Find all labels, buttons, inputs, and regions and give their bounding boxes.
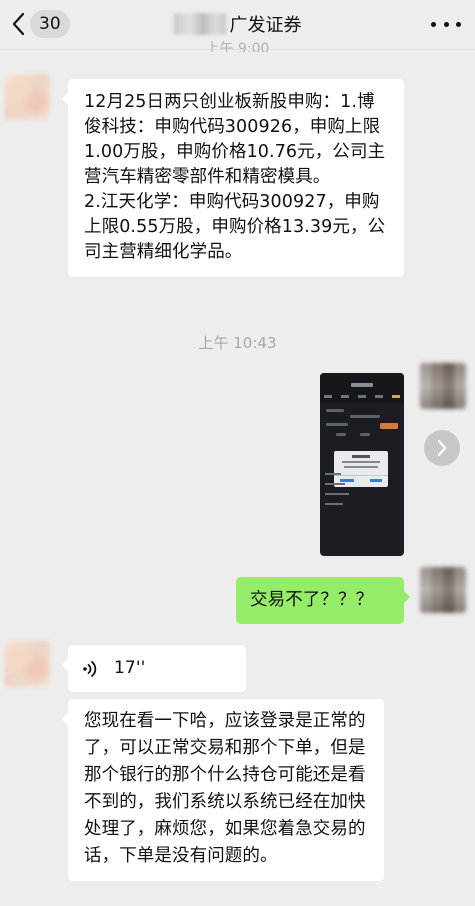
my-avatar[interactable] [420, 567, 466, 613]
message-text: 12月25日两只创业板新股申购：1.博俊科技：申购代码300926，申购上限1.… [84, 92, 386, 262]
chevron-right-icon [437, 439, 447, 457]
message-text: 您现在看一下哈，应该登录是正常的了，可以正常交易和那个下单，但是那个银行的那个什… [84, 711, 366, 866]
thumb-dialog [334, 451, 388, 487]
thumb-row [360, 433, 370, 436]
message-bubble-outgoing[interactable]: 交易不了？？？ [236, 577, 410, 624]
more-dot-icon [456, 21, 461, 27]
chat-title: 广发证券 [0, 10, 475, 38]
message-text: 交易不了？？？ [250, 590, 374, 610]
voice-duration: 17'' [114, 658, 146, 678]
message-bubble-incoming[interactable]: 您现在看一下哈，应该登录是正常的了，可以正常交易和那个下单，但是那个银行的那个什… [62, 699, 384, 881]
thumb-row [326, 409, 344, 412]
contact-avatar[interactable] [4, 641, 50, 687]
thumb-row [336, 433, 346, 436]
thumb-title [320, 383, 404, 387]
thumb-row [350, 415, 380, 418]
message-bubble-incoming[interactable]: 12月25日两只创业板新股申购：1.博俊科技：申购代码300926，申购上限1.… [62, 79, 404, 277]
voice-message-bubble[interactable]: 17'' [62, 645, 246, 692]
thumb-row [326, 423, 348, 426]
timestamp-partial: 上午 9:00 [205, 41, 270, 52]
thumb-button [380, 423, 398, 429]
thumb-tabs [324, 395, 400, 399]
voice-wave-icon [83, 660, 97, 677]
blurred-title-prefix [173, 13, 226, 35]
more-options-button[interactable] [431, 12, 461, 36]
my-avatar[interactable] [420, 363, 466, 409]
chat-title-text: 广发证券 [229, 15, 302, 36]
contact-avatar[interactable] [4, 74, 50, 120]
more-dot-icon [443, 21, 449, 27]
more-dot-icon [431, 21, 436, 27]
message-timestamp: 上午 10:43 [198, 334, 277, 352]
forward-button[interactable] [424, 430, 460, 466]
screenshot-image-message[interactable] [320, 373, 404, 556]
